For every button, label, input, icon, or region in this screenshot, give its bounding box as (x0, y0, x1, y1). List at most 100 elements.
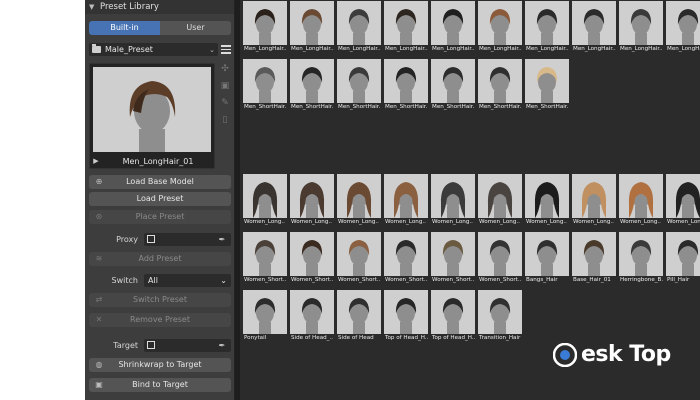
preview-bar: ▶ Men_LongHair_01 (90, 153, 214, 169)
eyedropper-icon[interactable]: ✒ (216, 235, 228, 244)
preset-thumbnail-label: Women_Long.. (431, 218, 475, 227)
preset-thumbnail[interactable]: Men_LongHair.. (384, 1, 428, 54)
preset-thumbnail[interactable]: Women_Short.. (384, 232, 428, 285)
preset-thumbnail[interactable]: Side of Head (337, 290, 381, 343)
proxy-row: Proxy ✒ (89, 232, 231, 246)
panel-header[interactable]: ▼ Preset Library (85, 0, 234, 14)
hair-preview-image (301, 298, 323, 334)
preset-thumbnail[interactable]: Men_LongHair.. (619, 1, 663, 54)
remove-preset-button[interactable]: ✕ Remove Preset (89, 313, 231, 327)
preset-thumbnail[interactable]: Men_ShortHair.. (290, 59, 334, 112)
preset-thumbnail[interactable]: Transition_Hair (478, 290, 522, 343)
hair-preview-image (395, 298, 417, 334)
preset-thumbnail[interactable]: Top of Head_H.. (431, 290, 475, 343)
preset-thumbnail[interactable]: Men_ShortHair.. (525, 59, 569, 112)
preset-thumbnail-label: Men_ShortHair.. (384, 103, 428, 112)
hair-preview-image (252, 182, 278, 218)
hair-preview-image (583, 240, 605, 276)
preset-thumbnail[interactable]: Women_Long.. (290, 174, 334, 227)
close-icon: ✕ (95, 315, 103, 324)
watermark-logo-icon (553, 342, 577, 367)
preset-thumbnail-label: Ponytail (243, 334, 287, 343)
switch-preset-label: Switch Preset (133, 295, 187, 304)
tab-built-in[interactable]: Built-in (89, 21, 160, 35)
preset-thumbnail-label: Men_LongHair.. (666, 45, 700, 54)
tab-user[interactable]: User (160, 21, 231, 35)
preset-thumbnail[interactable]: Ponytail (243, 290, 287, 343)
preset-thumbnail[interactable]: Men_LongHair.. (572, 1, 616, 54)
chevron-down-icon[interactable]: ▼ (89, 3, 97, 11)
settings-icon[interactable]: ✣ (219, 63, 231, 75)
load-preset-label: Load Preset (136, 194, 184, 203)
preset-thumbnail[interactable]: Women_Long.. (243, 174, 287, 227)
preset-thumbnail[interactable]: Women_Long.. (619, 174, 663, 227)
hair-preview-image (630, 9, 652, 45)
preset-thumbnail[interactable]: Base_Hair_01 (572, 232, 616, 285)
load-base-model-button[interactable]: ⊕ Load Base Model (89, 175, 231, 189)
preset-thumbnail[interactable]: Women_Long.. (384, 174, 428, 227)
preset-thumbnail[interactable]: Men_LongHair.. (666, 1, 700, 54)
preset-thumbnail-label: Men_LongHair.. (290, 45, 334, 54)
list-menu-icon[interactable] (221, 45, 231, 54)
proxy-field[interactable]: ✒ (144, 232, 231, 246)
preset-thumbnail[interactable]: Men_LongHair.. (337, 1, 381, 54)
preset-thumbnail[interactable]: Men_LongHair.. (290, 1, 334, 54)
object-icon (147, 341, 155, 349)
preset-thumbnail[interactable]: Men_ShortHair.. (431, 59, 475, 112)
preset-thumbnail[interactable]: Women_Short.. (290, 232, 334, 285)
preset-thumbnail[interactable]: Women_Long.. (431, 174, 475, 227)
preset-thumbnail[interactable]: Men_LongHair.. (478, 1, 522, 54)
load-preset-button[interactable]: Load Preset (89, 192, 231, 206)
preset-thumbnail[interactable]: Women_Long.. (572, 174, 616, 227)
add-preset-button[interactable]: ≋ Add Preset (89, 252, 231, 266)
preset-thumbnail[interactable]: Men_ShortHair.. (337, 59, 381, 112)
preset-thumbnail[interactable]: Men_LongHair.. (431, 1, 475, 54)
switch-row: Switch All ⌄ (89, 273, 231, 287)
preset-thumbnail-label: Men_LongHair.. (384, 45, 428, 54)
bind-label: Bind to Target (132, 380, 188, 389)
switch-select[interactable]: All ⌄ (144, 273, 231, 287)
preset-thumbnail[interactable]: Women_Long.. (478, 174, 522, 227)
preset-preview[interactable]: ▶ Men_LongHair_01 (89, 63, 215, 169)
chevron-down-icon: ⌄ (209, 45, 215, 54)
preset-thumbnail-label: Herringbone_B.. (619, 276, 663, 285)
hair-preview-image (254, 240, 276, 276)
shrinkwrap-button[interactable]: ◍ Shrinkwrap to Target (89, 358, 231, 372)
preset-thumbnail[interactable]: Women_Long.. (525, 174, 569, 227)
bind-button[interactable]: ▣ Bind to Target (89, 378, 231, 392)
trash-icon[interactable]: ▯ (219, 114, 231, 126)
eyedropper-icon[interactable]: ✒ (216, 341, 228, 350)
preset-thumbnail[interactable]: Women_Short.. (337, 232, 381, 285)
folder-icon (92, 44, 101, 53)
preset-thumbnail[interactable]: Men_ShortHair.. (243, 59, 287, 112)
play-icon[interactable]: ▶ (90, 157, 102, 165)
preset-thumbnail[interactable]: Women_Long.. (337, 174, 381, 227)
preset-thumbnail[interactable]: Herringbone_B.. (619, 232, 663, 285)
hair-preview-image (348, 240, 370, 276)
preset-thumbnail-label: Men_LongHair.. (337, 45, 381, 54)
preset-thumbnail[interactable]: Side of Head_.. (290, 290, 334, 343)
preset-thumbnail[interactable]: Top of Head_H.. (384, 290, 428, 343)
preset-thumbnail[interactable]: Men_LongHair.. (525, 1, 569, 54)
edit-icon[interactable]: ✎ (219, 97, 231, 109)
preset-thumbnail[interactable]: Pill_Hair (666, 232, 700, 285)
switch-icon: ⇄ (95, 295, 103, 304)
preset-thumbnail[interactable]: Men_ShortHair.. (384, 59, 428, 112)
folder-dropdown[interactable]: Male_Preset ⌄ (89, 43, 218, 56)
preset-thumbnail[interactable]: Men_LongHair.. (243, 1, 287, 54)
preset-thumbnail[interactable]: Women_Short.. (431, 232, 475, 285)
preset-thumbnail-label: Men_LongHair.. (525, 45, 569, 54)
switch-preset-button[interactable]: ⇄ Switch Preset (89, 293, 231, 307)
add-preset-label: Add Preset (138, 254, 182, 263)
preset-thumbnail[interactable]: Women_Short.. (243, 232, 287, 285)
watermark-text: esk Top (581, 342, 671, 367)
preset-thumbnail[interactable]: Women_Long.. (666, 174, 700, 227)
preset-thumbnail[interactable]: Women_Short.. (478, 232, 522, 285)
preset-thumbnail-label: Men_LongHair.. (431, 45, 475, 54)
preset-thumbnail[interactable]: Men_ShortHair.. (478, 59, 522, 112)
preset-thumbnail-label: Men_ShortHair.. (525, 103, 569, 112)
image-icon[interactable]: ▣ (219, 80, 231, 92)
place-preset-button[interactable]: ⊛ Place Preset (89, 210, 231, 224)
preset-thumbnail[interactable]: Bangs_Hair (525, 232, 569, 285)
target-field[interactable]: ✒ (144, 338, 231, 352)
